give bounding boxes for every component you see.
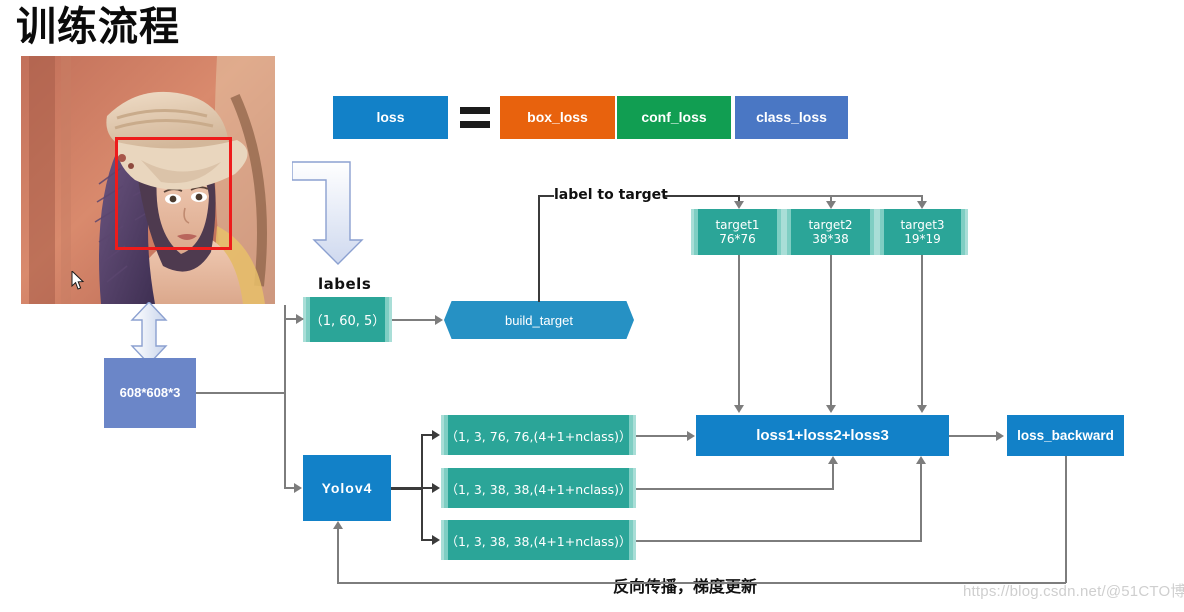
arrow-pred1-loss [687,431,695,441]
connector-build-up [538,196,540,302]
arrow-target1-loss [734,405,744,413]
arrow-to-labels [296,314,304,324]
arrow-loss-backward [996,431,1004,441]
connector-pred1-loss [636,435,688,437]
yolov4-box[interactable]: Yolov4 [303,455,391,521]
connector-target2-loss [830,255,832,407]
connector-yolov4-out [391,487,423,490]
target1-size: 76*76 [719,232,756,246]
build-target-node[interactable]: build_target [444,301,634,339]
image-to-labels-arrow [291,158,372,273]
arrow-into-target2 [826,201,836,209]
arrow-labels-build [435,315,443,325]
target3-box[interactable]: target3 19*19 [877,209,968,255]
connector-backprop-bottom [337,582,1066,584]
connector-backprop-up [337,528,339,583]
arrow-into-target1 [734,201,744,209]
labels-shape-box[interactable]: （1, 60, 5） [303,297,392,342]
box-loss-box[interactable]: box_loss [500,96,615,139]
connector-backprop-down [1065,456,1067,583]
watermark: https://blog.csdn.net/@51CTO博客 [963,583,1184,600]
arrow-backprop-yolov4 [333,521,343,529]
face-bounding-box [115,137,232,250]
class-loss-box[interactable]: class_loss [735,96,848,139]
loss-box[interactable]: loss [333,96,448,139]
prediction3-box[interactable]: （1, 3, 38, 38,(4+1+nclass)） [441,520,636,560]
input-size-box[interactable]: 608*608*3 [104,358,196,428]
arrow-target2-loss [826,405,836,413]
connector-input-right [196,392,286,394]
connector-target3-loss [921,255,923,407]
connector-labels-build [392,319,436,321]
connector-pred2-right [636,488,834,490]
lena-sample-image [21,56,275,304]
connector-target1-loss [738,255,740,407]
arrow-pred1 [432,430,440,440]
connector-loss-backward [949,435,997,437]
arrow-target3-loss [917,405,927,413]
target1-name: target1 [715,218,760,232]
target3-size: 19*19 [904,232,941,246]
connector-input-down [284,392,286,488]
target2-size: 38*38 [812,232,849,246]
target3-name: target3 [900,218,945,232]
target2-name: target2 [808,218,853,232]
arrow-pred2 [432,483,440,493]
arrow-into-target3 [917,201,927,209]
connector-label-rail-1 [665,195,740,197]
prediction2-box[interactable]: （1, 3, 38, 38,(4+1+nclass)） [441,468,636,508]
connector-pred3-right [636,540,922,542]
label-to-target-caption: label to target [551,187,671,203]
loss-sum-box[interactable]: loss1+loss2+loss3 [696,415,949,456]
prediction1-box[interactable]: （1, 3, 76, 76,(4+1+nclass)） [441,415,636,455]
arrow-pred3 [432,535,440,545]
connector-build-elbow [538,195,554,197]
arrow-into-yolov4 [294,483,302,493]
backprop-caption: 反向传播，梯度更新 [607,573,764,597]
connector-pred3-up [920,462,922,541]
arrow-pred2-loss [828,456,838,464]
loss-backward-box[interactable]: loss_backward [1007,415,1124,456]
target1-box[interactable]: target1 76*76 [691,209,784,255]
conf-loss-box[interactable]: conf_loss [617,96,731,139]
equals-sign-icon [460,105,490,131]
diagram-canvas: 训练流程 loss box_loss conf_loss class_loss … [0,0,1184,612]
connector-pred2-up [832,462,834,489]
mouse-cursor-icon [71,269,87,291]
labels-caption: labels [318,275,372,293]
arrow-pred3-loss [916,456,926,464]
target2-box[interactable]: target2 38*38 [784,209,877,255]
page-title: 训练流程 [16,4,180,50]
